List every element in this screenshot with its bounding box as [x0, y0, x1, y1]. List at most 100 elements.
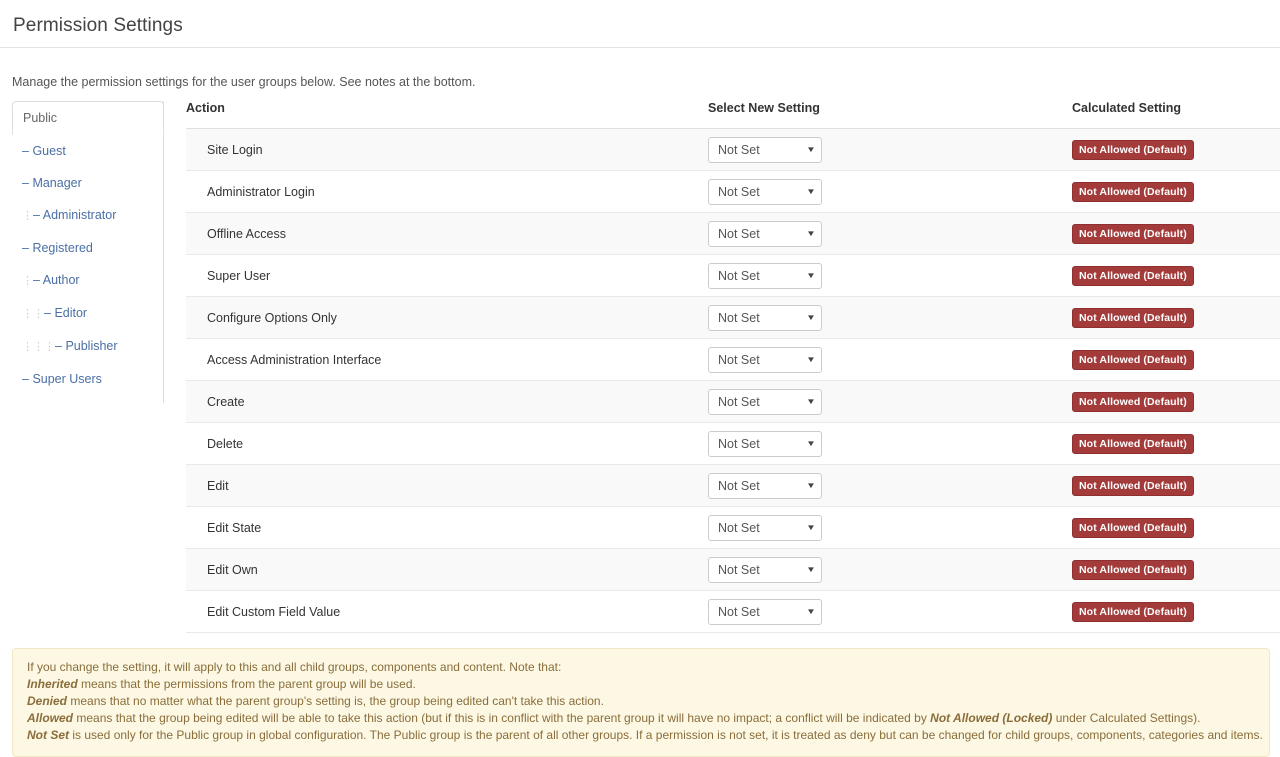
setting-select[interactable]: Not Set ▼	[708, 221, 822, 247]
chevron-down-icon: ▼	[806, 524, 816, 532]
tab-label: Author	[43, 273, 80, 287]
setting-select-value: Not Set	[718, 479, 760, 493]
setting-select[interactable]: Not Set ▼	[708, 179, 822, 205]
setting-select-value: Not Set	[718, 227, 760, 241]
setting-select[interactable]: Not Set▼	[708, 599, 822, 625]
setting-cell: Not Set▼	[708, 297, 1072, 339]
action-name: Edit Own	[186, 549, 708, 591]
action-name: Site Login	[186, 129, 708, 171]
calculated-cell: Not Allowed (Default)	[1072, 423, 1280, 465]
setting-select-value: Not Set	[718, 437, 760, 451]
tab-super-users[interactable]: – Super Users	[12, 363, 163, 395]
status-badge: Not Allowed (Default)	[1072, 182, 1194, 202]
tree-dash-icon: –	[22, 176, 32, 190]
calculated-cell: Not Allowed (Default)	[1072, 465, 1280, 507]
tree-dash-icon: –	[33, 208, 43, 222]
action-name: Edit State	[186, 507, 708, 549]
tab-administrator[interactable]: ⋮– Administrator	[12, 199, 163, 232]
note-text-allowed-a: means that the group being edited will b…	[73, 711, 930, 725]
note-text-allowed-b: under Calculated Settings).	[1052, 711, 1200, 725]
note-line-not-set: Not Set is used only for the Public grou…	[27, 727, 1255, 744]
setting-select[interactable]: Not Set▼	[708, 305, 822, 331]
chevron-down-icon: ▼	[806, 188, 816, 196]
tree-indent-icon: ⋮	[33, 306, 44, 322]
setting-select[interactable]: Not Set▼	[708, 389, 822, 415]
tree-dash-icon: –	[22, 372, 32, 386]
calculated-cell: Not Allowed (Default)	[1072, 381, 1280, 423]
calculated-cell: Not Allowed (Default)	[1072, 255, 1280, 297]
column-header-select-new-setting: Select New Setting	[708, 97, 1072, 129]
tab-label: Manager	[32, 176, 81, 190]
action-name: Super User	[186, 255, 708, 297]
permissions-panel: Action Select New Setting Calculated Set…	[186, 97, 1280, 633]
action-name: Create	[186, 381, 708, 423]
table-row: Edit StateNot Set▼Not Allowed (Default)	[186, 507, 1280, 549]
tree-dash-icon: –	[44, 306, 54, 320]
table-row: CreateNot Set▼ Not Allowed (Default)	[186, 381, 1280, 423]
note-term-denied: Denied	[27, 694, 67, 708]
chevron-down-icon: ▼	[806, 314, 816, 322]
setting-select[interactable]: Not Set▼	[708, 473, 822, 499]
tab-editor[interactable]: ⋮⋮– Editor	[12, 297, 163, 330]
tab-label: Administrator	[43, 208, 117, 222]
intro-text: Manage the permission settings for the u…	[0, 48, 1280, 90]
note-text-denied: means that no matter what the parent gro…	[67, 694, 604, 708]
tree-dash-icon: –	[22, 144, 32, 158]
table-row: Offline AccessNot Set▼Not Allowed (Defau…	[186, 213, 1280, 255]
status-badge: Not Allowed (Default)	[1072, 392, 1194, 412]
tab-manager[interactable]: – Manager	[12, 167, 163, 199]
tab-label: Publisher	[65, 339, 117, 353]
action-name: Edit	[186, 465, 708, 507]
status-badge: Not Allowed (Default)	[1072, 350, 1194, 370]
setting-select-value: Not Set	[718, 185, 760, 199]
tree-indent-icon: ⋮	[22, 208, 33, 224]
action-name: Delete	[186, 423, 708, 465]
tab-author[interactable]: ⋮– Author	[12, 264, 163, 297]
setting-select-value: Not Set	[718, 563, 760, 577]
note-term-allowed: Allowed	[27, 711, 73, 725]
setting-select[interactable]: Not Set▼	[708, 137, 822, 163]
status-badge: Not Allowed (Default)	[1072, 476, 1194, 496]
status-badge: Not Allowed (Default)	[1072, 308, 1194, 328]
tab-public[interactable]: Public	[12, 101, 164, 135]
calculated-cell: Not Allowed (Default)	[1072, 549, 1280, 591]
table-header-row: Action Select New Setting Calculated Set…	[186, 97, 1280, 129]
table-row: Administrator LoginNot Set▼Not Allowed (…	[186, 171, 1280, 213]
setting-select-value: Not Set	[718, 521, 760, 535]
setting-select[interactable]: Not Set ▼	[708, 557, 822, 583]
table-row: Edit Own Not Set ▼ Not Allowed (Default)	[186, 549, 1280, 591]
user-group-tab-list: Public– Guest– Manager⋮– Administrator– …	[12, 101, 164, 403]
status-badge: Not Allowed (Default)	[1072, 560, 1194, 580]
setting-select[interactable]: Not Set ▼	[708, 515, 822, 541]
permissions-table: Action Select New Setting Calculated Set…	[186, 97, 1280, 633]
tab-registered[interactable]: – Registered	[12, 232, 163, 264]
table-row: EditNot Set▼ Not Allowed (Default)	[186, 465, 1280, 507]
table-row: Super User Not Set ▼ Not Allowed (Default)	[186, 255, 1280, 297]
setting-select[interactable]: Not Set▼	[708, 347, 822, 373]
setting-select[interactable]: Not Set▼	[708, 431, 822, 457]
tab-guest[interactable]: – Guest	[12, 135, 163, 167]
chevron-down-icon: ▼	[806, 272, 816, 280]
note-text-inherited: means that the permissions from the pare…	[78, 677, 416, 691]
chevron-down-icon: ▼	[806, 608, 816, 616]
table-row: Edit Custom Field ValueNot Set▼Not Allow…	[186, 591, 1280, 633]
page-title: Permission Settings	[13, 14, 1280, 38]
chevron-down-icon: ▼	[806, 230, 816, 238]
setting-select[interactable]: Not Set ▼	[708, 263, 822, 289]
page-header: Permission Settings	[0, 0, 1280, 42]
column-header-action: Action	[186, 97, 708, 129]
setting-select-value: Not Set	[718, 269, 760, 283]
tab-label: Registered	[32, 241, 92, 255]
setting-select-value: Not Set	[718, 143, 760, 157]
tab-publisher[interactable]: ⋮⋮⋮– Publisher	[12, 330, 163, 363]
chevron-down-icon: ▼	[806, 566, 816, 574]
table-row: Access Administration InterfaceNot Set▼ N…	[186, 339, 1280, 381]
tab-label: Public	[23, 111, 57, 125]
status-badge: Not Allowed (Default)	[1072, 602, 1194, 622]
chevron-down-icon: ▼	[806, 356, 816, 364]
calculated-cell: Not Allowed (Default)	[1072, 129, 1280, 171]
tab-label: Editor	[54, 306, 87, 320]
action-name: Configure Options Only	[186, 297, 708, 339]
action-name: Access Administration Interface	[186, 339, 708, 381]
setting-cell: Not Set▼	[708, 339, 1072, 381]
